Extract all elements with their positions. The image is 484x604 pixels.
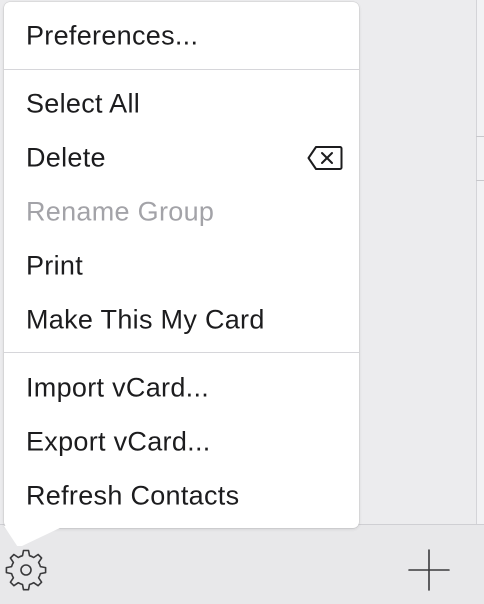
menu-item-label: Rename Group xyxy=(26,196,215,227)
menu-item-delete[interactable]: Delete xyxy=(4,134,359,182)
menu-item-label: Make This My Card xyxy=(26,304,265,335)
menu-item-label: Preferences... xyxy=(26,20,199,51)
menu-item-select-all[interactable]: Select All xyxy=(4,80,359,128)
delete-key-icon xyxy=(307,146,343,170)
menu-item-print[interactable]: Print xyxy=(4,242,359,290)
menu-separator xyxy=(4,352,359,353)
menu-item-label: Select All xyxy=(26,88,141,119)
menu-item-label: Refresh Contacts xyxy=(26,480,240,511)
menu-item-export-vcard[interactable]: Export vCard... xyxy=(4,418,359,466)
menu-item-refresh-contacts[interactable]: Refresh Contacts xyxy=(4,472,359,520)
menu-separator xyxy=(4,69,359,70)
menu-item-rename-group: Rename Group xyxy=(4,188,359,236)
menu-item-label: Export vCard... xyxy=(26,426,211,457)
background-divider xyxy=(476,180,484,181)
menu-item-label: Delete xyxy=(26,142,106,173)
gear-menu: Preferences... Select All Delete Rename … xyxy=(4,2,359,528)
plus-icon xyxy=(408,549,450,591)
menu-item-import-vcard[interactable]: Import vCard... xyxy=(4,364,359,412)
background-panel-edge xyxy=(476,0,484,604)
menu-item-make-this-my-card[interactable]: Make This My Card xyxy=(4,296,359,344)
gear-icon xyxy=(5,549,47,591)
menu-item-label: Import vCard... xyxy=(26,372,210,403)
menu-item-label: Print xyxy=(26,250,84,281)
menu-item-preferences[interactable]: Preferences... xyxy=(4,12,359,60)
add-button[interactable] xyxy=(404,545,454,595)
gear-button[interactable] xyxy=(2,546,50,594)
background-divider xyxy=(476,136,484,137)
